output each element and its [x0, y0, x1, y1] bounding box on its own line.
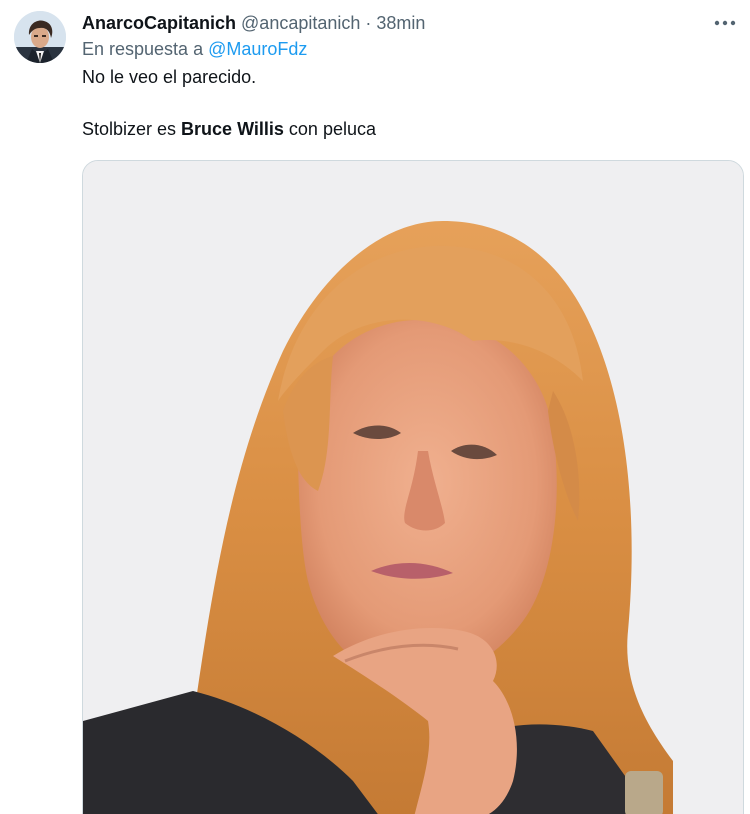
tweet-header: AnarcoCapitanich @ancapitanich · 38min: [82, 10, 740, 36]
tweet[interactable]: AnarcoCapitanich @ancapitanich · 38min E…: [0, 0, 750, 814]
tweet-timestamp[interactable]: 38min: [376, 10, 425, 36]
tweet-text-bold: Bruce Willis: [181, 119, 284, 139]
tweet-text-line-1: No le veo el parecido.: [82, 67, 257, 87]
media-photo: [83, 161, 743, 814]
tweet-text-line-2: Stolbizer es Bruce Willis con peluca: [82, 116, 740, 142]
tweet-text: No le veo el parecido. Stolbizer es Bruc…: [82, 64, 740, 142]
reply-mention-link[interactable]: @MauroFdz: [208, 39, 307, 59]
avatar-image: [14, 11, 66, 63]
tweet-media[interactable]: [82, 160, 744, 814]
tweet-text-segment: Stolbizer es: [82, 119, 182, 139]
avatar[interactable]: [14, 11, 66, 63]
tweet-text-segment: con peluca: [283, 119, 376, 139]
more-options-button[interactable]: [710, 10, 740, 36]
header-separator: ·: [365, 13, 372, 33]
reply-context: En respuesta a @MauroFdz: [82, 36, 740, 62]
author-display-name[interactable]: AnarcoCapitanich: [82, 10, 236, 36]
author-handle[interactable]: @ancapitanich: [241, 10, 360, 36]
reply-prefix: En respuesta a: [82, 39, 204, 59]
tweet-content: AnarcoCapitanich @ancapitanich · 38min E…: [82, 10, 740, 142]
more-horizontal-icon: [714, 20, 736, 26]
